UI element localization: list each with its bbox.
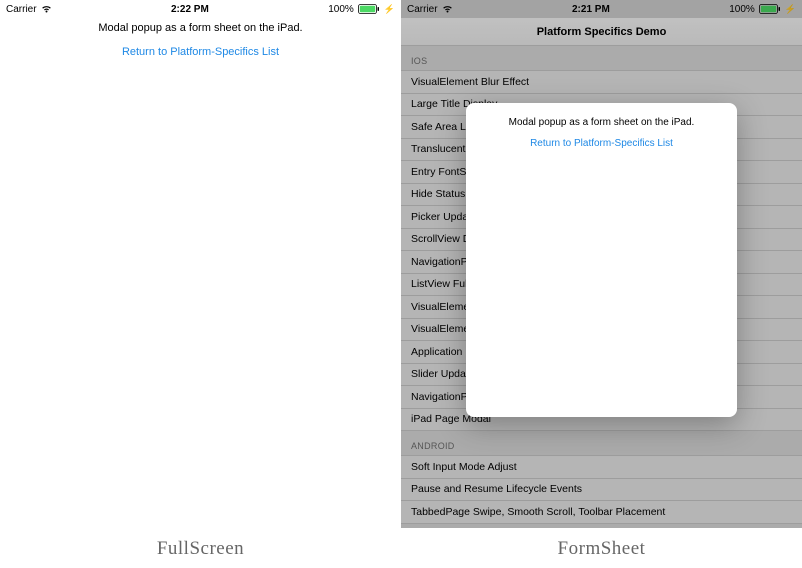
modal-message: Modal popup as a form sheet on the iPad. [0,18,401,38]
wifi-icon [442,5,453,13]
return-link[interactable]: Return to Platform-Specifics List [466,132,737,157]
page-title: Platform Specifics Demo [537,26,667,38]
status-bar: Carrier 2:21 PM 100% ⚡ [401,0,802,18]
battery-icon [358,4,380,14]
section-header-ios: IOS [401,46,802,71]
formsheet-pane: Carrier 2:21 PM 100% ⚡ Platform Specific… [401,0,802,528]
list-item[interactable]: Pause and Resume Lifecycle Events [401,479,802,502]
modal-message: Modal popup as a form sheet on the iPad. [466,103,737,132]
clock: 2:21 PM [572,4,610,15]
section-header-android: ANDROID [401,431,802,456]
caption-formsheet: FormSheet [401,528,802,568]
wifi-icon [41,5,52,13]
fullscreen-modal-content: Modal popup as a form sheet on the iPad.… [0,18,401,66]
charging-icon: ⚡ [384,4,395,15]
list-item[interactable]: TabbedPage Swipe, Smooth Scroll, Toolbar… [401,501,802,524]
clock: 2:22 PM [171,4,209,15]
form-sheet-modal: Modal popup as a form sheet on the iPad.… [466,103,737,417]
return-link[interactable]: Return to Platform-Specifics List [0,38,401,66]
carrier-label: Carrier [407,4,438,15]
caption-row: FullScreen FormSheet [0,528,802,568]
status-bar: Carrier 2:22 PM 100% ⚡ [0,0,401,18]
charging-icon: ⚡ [785,4,796,15]
fullscreen-pane: Carrier 2:22 PM 100% ⚡ Modal popup as a … [0,0,401,528]
list-item[interactable]: VisualElement Blur Effect [401,71,802,94]
list-item[interactable]: Soft Input Mode Adjust [401,456,802,479]
battery-icon [759,4,781,14]
battery-percent: 100% [328,4,354,15]
caption-fullscreen: FullScreen [0,528,401,568]
nav-bar: Platform Specifics Demo [401,18,802,46]
carrier-label: Carrier [6,4,37,15]
battery-percent: 100% [729,4,755,15]
